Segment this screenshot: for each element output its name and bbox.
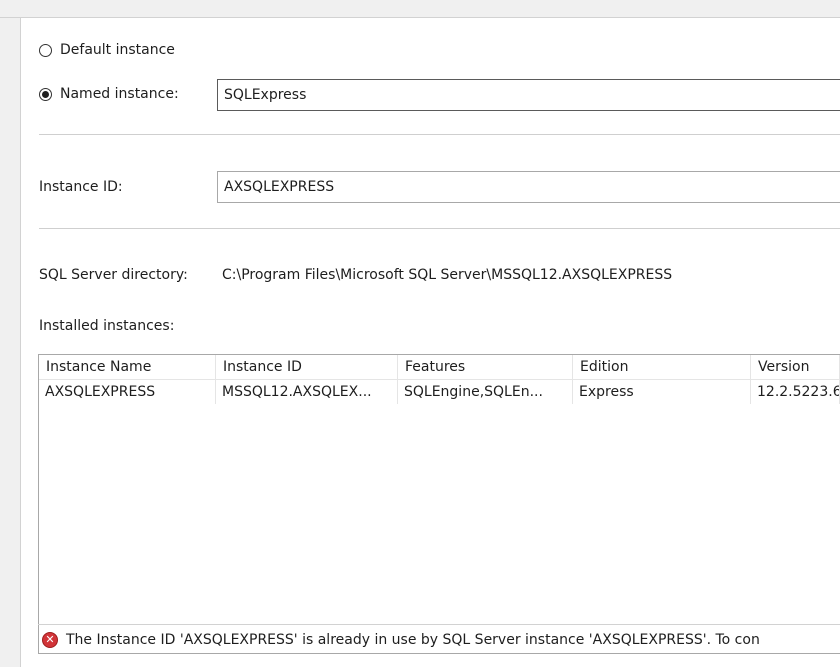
cell-features: SQLEngine,SQLEn... — [398, 380, 573, 404]
installed-instances-grid[interactable]: Instance Name Instance ID Features Editi… — [38, 354, 840, 654]
default-instance-option[interactable]: Default instance — [39, 42, 175, 58]
left-panel-strip — [0, 18, 21, 667]
title-bar-strip — [0, 0, 840, 18]
separator — [39, 228, 840, 229]
grid-header-row: Instance Name Instance ID Features Editi… — [39, 355, 840, 380]
column-header-instance-id[interactable]: Instance ID — [216, 355, 398, 379]
table-row[interactable]: AXSQLEXPRESS MSSQL12.AXSQLEX... SQLEngin… — [39, 380, 840, 404]
sql-server-directory-label: SQL Server directory: — [39, 267, 188, 283]
error-status-bar: ✕ The Instance ID 'AXSQLEXPRESS' is alre… — [38, 624, 840, 655]
default-instance-radio[interactable] — [39, 43, 52, 57]
error-message: The Instance ID 'AXSQLEXPRESS' is alread… — [66, 632, 760, 648]
column-header-instance-name[interactable]: Instance Name — [39, 355, 216, 379]
named-instance-input[interactable] — [217, 79, 840, 111]
error-icon: ✕ — [42, 632, 58, 648]
named-instance-radio[interactable] — [39, 87, 52, 101]
default-instance-label: Default instance — [60, 42, 175, 58]
column-header-features[interactable]: Features — [398, 355, 573, 379]
instance-id-input[interactable] — [217, 171, 840, 203]
named-instance-label: Named instance: — [60, 86, 179, 102]
instance-id-label: Instance ID: — [39, 179, 123, 195]
column-header-edition[interactable]: Edition — [573, 355, 751, 379]
separator — [39, 134, 840, 135]
installed-instances-label: Installed instances: — [39, 318, 175, 334]
sql-server-directory-value: C:\Program Files\Microsoft SQL Server\MS… — [222, 267, 673, 283]
cell-instance-id: MSSQL12.AXSQLEX... — [216, 380, 398, 404]
column-header-version[interactable]: Version — [751, 355, 840, 379]
cell-version: 12.2.5223.6 — [751, 380, 840, 404]
named-instance-option[interactable]: Named instance: — [39, 86, 179, 102]
cell-edition: Express — [573, 380, 751, 404]
cell-instance-name: AXSQLEXPRESS — [39, 380, 216, 404]
